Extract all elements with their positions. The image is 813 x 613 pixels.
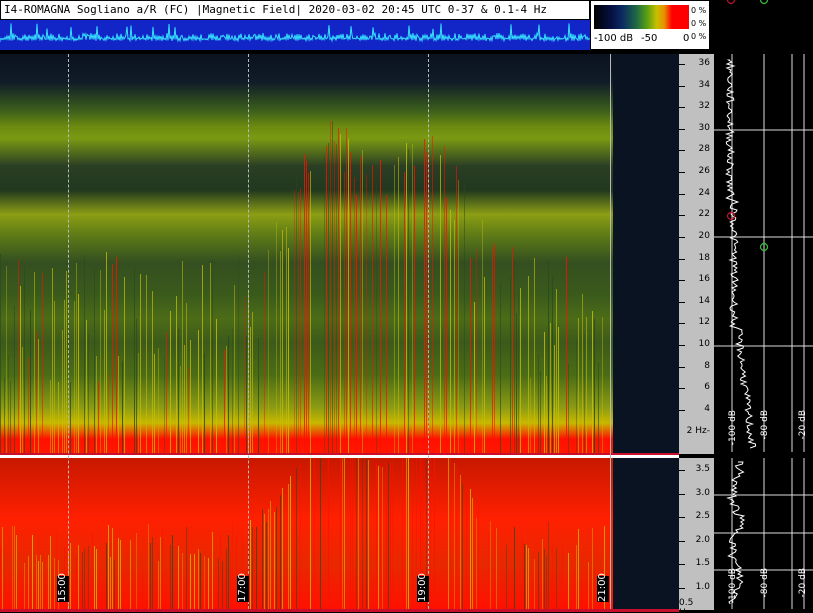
profile-db-label: -100 dB (728, 410, 738, 446)
time-marker-1900 (428, 54, 429, 609)
upper-tick: 8 (679, 361, 714, 373)
percent-label-3: 0 % (691, 32, 707, 41)
upper-tick: 32 (679, 101, 714, 113)
profile-trace (724, 59, 757, 449)
lower-tick: 1.0 (679, 582, 714, 594)
upper-spectrogram-texture (0, 121, 603, 455)
upper-tick: 4 (679, 404, 714, 416)
upper-tick: 36 (679, 58, 714, 70)
lower-frequency-axis: 3.5 3.0 2.5 2.0 1.5 1.0 0.5 Hz- (679, 458, 714, 613)
upper-tick: 10 (679, 339, 714, 351)
scale-min-label: -100 dB (594, 33, 634, 44)
scale-max-label: 0 (683, 33, 690, 44)
lower-baseline (0, 609, 679, 612)
waveform-trace (0, 23, 590, 43)
upper-spectrogram (0, 54, 613, 455)
lower-tick: 2.5 (679, 511, 714, 523)
panel-separator (0, 455, 679, 458)
station-title: I4-ROMAGNA Sogliano a/R (FC) |Magnetic F… (0, 0, 590, 20)
time-marker-2100 (610, 54, 611, 609)
time-marker-1500 (68, 54, 69, 609)
waveform-strip (0, 20, 590, 50)
spectrum-profile-plot (714, 0, 813, 609)
lower-unit-label: 0.5 Hz- (679, 598, 694, 613)
upper-tick: 18 (679, 253, 714, 265)
upper-tick: 16 (679, 274, 714, 286)
upper-frequency-axis: 36 34 32 30 28 26 24 22 20 18 16 14 12 1… (679, 54, 714, 454)
lower-tick: 2.0 (679, 535, 714, 547)
lower-tick: 1.5 (679, 558, 714, 570)
time-label-1900: 19:00 (417, 573, 429, 602)
profile-db-label: -80 dB (760, 568, 770, 598)
upper-tick: 12 (679, 317, 714, 329)
profile-db-label: -80 dB (760, 410, 770, 440)
upper-tick: 26 (679, 166, 714, 178)
profile-marker (726, 0, 736, 5)
profile-marker (759, 0, 769, 5)
color-scale-legend: -100 dB -50 0 0 % 0 % 0 % (590, 0, 710, 50)
upper-tick: 24 (679, 188, 714, 200)
upper-tick: 6 (679, 382, 714, 394)
upper-unit-label: 2 Hz- (686, 426, 710, 436)
upper-tick: 28 (679, 144, 714, 156)
spectrum-profile-panel: -100 dB -80 dB -20 dB -100 dB -80 dB -20… (714, 0, 813, 613)
profile-db-label: -20 dB (798, 410, 808, 440)
time-label-2100: 21:00 (597, 573, 609, 602)
percent-label-2: 0 % (691, 19, 707, 28)
profile-db-label: -100 dB (728, 568, 738, 604)
color-scale-bar (594, 5, 689, 29)
time-label-1500: 15:00 (57, 573, 69, 602)
lower-tick: 3.0 (679, 488, 714, 500)
spectrogram-window: I4-ROMAGNA Sogliano a/R (FC) |Magnetic F… (0, 0, 813, 613)
lower-spectrogram (0, 458, 613, 610)
lower-spectrogram-texture (0, 458, 607, 610)
upper-tick: 34 (679, 80, 714, 92)
upper-tick: 20 (679, 231, 714, 243)
upper-noise-region (613, 54, 679, 453)
percent-label-1: 0 % (691, 6, 707, 15)
time-label-1700: 17:00 (237, 573, 249, 602)
scale-mid-label: -50 (641, 33, 658, 44)
upper-tick: 22 (679, 209, 714, 221)
lower-noise-region (613, 458, 679, 609)
profile-db-label: -20 dB (798, 568, 808, 598)
lower-tick: 3.5 (679, 464, 714, 476)
time-marker-1700 (248, 54, 249, 609)
upper-tick: 30 (679, 123, 714, 135)
upper-tick: 14 (679, 296, 714, 308)
